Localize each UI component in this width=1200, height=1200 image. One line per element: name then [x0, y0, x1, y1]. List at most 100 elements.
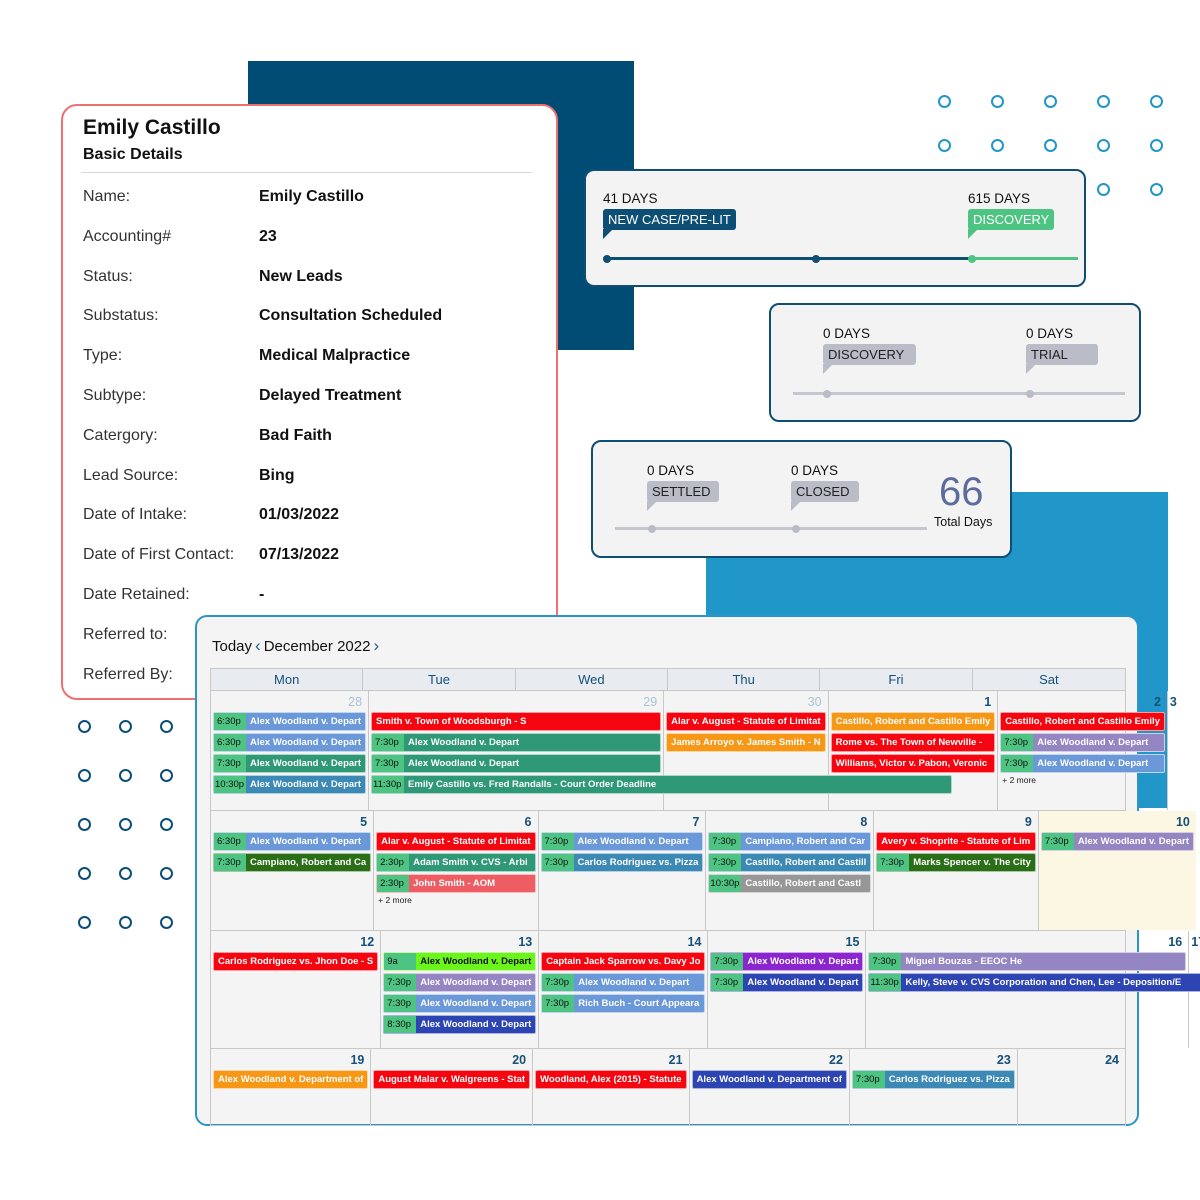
calendar-event[interactable]: 7:30p Rich Buch - Court Appeara: [541, 994, 706, 1013]
chevron-left-icon[interactable]: ‹: [255, 636, 261, 656]
calendar-event[interactable]: 2:30p Adam Smith v. CVS - Arbi: [376, 853, 536, 872]
calendar-event[interactable]: James Arroyo v. James Smith - N: [666, 733, 826, 752]
calendar-event[interactable]: 7:30p Campiano, Robert and Ca: [213, 853, 372, 872]
today-button[interactable]: Today: [212, 638, 252, 655]
calendar-day-cell[interactable]: 2 Castillo, Robert and Castillo Emily 7:30…: [998, 691, 1168, 810]
calendar-day-cell[interactable]: 8 7:30p Campiano, Robert and Car 7:30p Casti…: [706, 811, 875, 930]
calendar-event[interactable]: 7:30p Alex Woodland v. Depart: [540, 832, 704, 851]
calendar-event[interactable]: 7:30p Alex Woodland v. Depart: [710, 973, 864, 992]
day-number[interactable]: 22: [692, 1051, 847, 1070]
day-number[interactable]: 14: [541, 933, 705, 952]
calendar-event[interactable]: Castillo, Robert and Castillo Emily: [830, 712, 996, 731]
calendar-event[interactable]: 6:30p Alex Woodland v. Depart: [213, 832, 372, 851]
calendar-event[interactable]: 7:30p Marks Spencer v. The City: [876, 853, 1036, 872]
calendar-day-cell[interactable]: 21 Woodland, Alex (2015) - Statute: [533, 1049, 690, 1125]
calendar-day-cell[interactable]: 28 6:30p Alex Woodland v. Depart 6:30p Alex …: [211, 691, 370, 810]
day-number[interactable]: 29: [371, 693, 661, 712]
stage-label[interactable]: SETTLED: [647, 481, 719, 511]
calendar-event[interactable]: 7:30p Alex Woodland v. Depart: [1040, 832, 1194, 851]
calendar-day-cell[interactable]: 13 9a Alex Woodland v. Depart 7:30p Alex Woo…: [381, 931, 540, 1048]
calendar-event[interactable]: 10:30p Castillo, Robert and Castl: [708, 874, 872, 893]
calendar-event[interactable]: 7:30p Carlos Rodriguez vs. Pizza: [851, 1070, 1015, 1089]
calendar-event[interactable]: Carlos Rodriguez vs. Jhon Doe - S: [213, 952, 379, 971]
day-number[interactable]: 30: [666, 693, 825, 712]
calendar-day-cell[interactable]: 12 Carlos Rodriguez vs. Jhon Doe - S: [211, 931, 382, 1048]
calendar-event[interactable]: 7:30p Alex Woodland v. Depart: [383, 973, 537, 992]
stage-label[interactable]: DISCOVERY: [968, 209, 1055, 239]
calendar-event[interactable]: 7:30p Alex Woodland v. Depart: [371, 733, 662, 752]
calendar-event[interactable]: 10:30p Alex Woodland v. Depart: [213, 775, 367, 794]
calendar-event[interactable]: 7:30p Alex Woodland v. Depart: [541, 973, 706, 992]
calendar-event[interactable]: 7:30p Alex Woodland v. Depart: [710, 952, 864, 971]
day-number[interactable]: 8: [708, 813, 871, 832]
calendar-event[interactable]: 6:30p Alex Woodland v. Depart: [213, 733, 367, 752]
calendar-day-cell[interactable]: 7 7:30p Alex Woodland v. Depart 7:30p Carlos…: [539, 811, 707, 930]
day-number[interactable]: 28: [213, 693, 366, 712]
calendar-day-cell[interactable]: 3: [1168, 691, 1183, 810]
day-number[interactable]: 16: [868, 933, 1186, 952]
day-number[interactable]: 17: [1191, 933, 1200, 952]
day-number[interactable]: 12: [213, 933, 378, 952]
calendar-day-cell[interactable]: 24: [1018, 1049, 1125, 1125]
calendar-day-cell[interactable]: 15 7:30p Alex Woodland v. Depart 7:30p Alex …: [708, 931, 867, 1048]
calendar-event[interactable]: Castillo, Robert and Castillo Emily: [1000, 712, 1165, 731]
calendar-event[interactable]: 6:30p Alex Woodland v. Depart: [213, 712, 367, 731]
calendar-day-cell[interactable]: 22 Alex Woodland v. Department of: [690, 1049, 850, 1125]
calendar-event[interactable]: 7:30p Alex Woodland v. Depart: [1000, 754, 1165, 773]
stage-label[interactable]: CLOSED: [791, 481, 860, 511]
calendar-event[interactable]: August Malar v. Walgreens - Stat: [373, 1070, 531, 1089]
day-number[interactable]: 9: [876, 813, 1036, 832]
calendar-day-cell[interactable]: 14 Captain Jack Sparrow vs. Davy Jo 7:30p A…: [539, 931, 709, 1048]
stage-label[interactable]: TRIAL: [1026, 344, 1098, 374]
day-number[interactable]: 5: [213, 813, 371, 832]
calendar-event[interactable]: 7:30p Carlos Rodriguez vs. Pizza: [540, 853, 704, 872]
calendar-event[interactable]: Alar v. August - Statute of Limitat: [666, 712, 826, 731]
calendar-day-cell[interactable]: 23 7:30p Carlos Rodriguez vs. Pizza: [850, 1049, 1018, 1125]
calendar-event[interactable]: 7:30p Miguel Bouzas - EEOC He: [868, 952, 1187, 971]
day-number[interactable]: 3: [1170, 693, 1181, 712]
calendar-event[interactable]: Alar v. August - Statute of Limitat: [376, 832, 536, 851]
calendar-event[interactable]: 11:30p Kelly, Steve v. CVS Corporation an…: [868, 973, 1200, 992]
stage-label[interactable]: DISCOVERY: [823, 344, 917, 374]
day-number[interactable]: 21: [535, 1051, 686, 1070]
calendar-day-cell[interactable]: 5 6:30p Alex Woodland v. Depart 7:30p Campia…: [211, 811, 375, 930]
calendar-event[interactable]: 7:30p Alex Woodland v. Depart: [1000, 733, 1165, 752]
day-number[interactable]: 13: [383, 933, 536, 952]
calendar-day-cell[interactable]: 20 August Malar v. Walgreens - Stat: [371, 1049, 534, 1125]
calendar-event[interactable]: 7:30p Alex Woodland v. Depart: [383, 994, 537, 1013]
calendar-day-cell[interactable]: 10 7:30p Alex Woodland v. Depart: [1038, 811, 1196, 930]
calendar-event[interactable]: Smith v. Town of Woodsburgh - S: [371, 712, 662, 731]
day-number[interactable]: 1: [831, 693, 996, 712]
more-events-link[interactable]: + 2 more: [376, 895, 535, 907]
calendar-event[interactable]: Rome vs. The Town of Newville -: [830, 733, 996, 752]
day-number[interactable]: 6: [376, 813, 535, 832]
calendar-event[interactable]: 9a Alex Woodland v. Depart: [383, 952, 537, 971]
calendar-event[interactable]: 7:30p Alex Woodland v. Depart: [371, 754, 662, 773]
calendar-day-cell[interactable]: 19 Alex Woodland v. Department of: [211, 1049, 372, 1125]
calendar-event[interactable]: 8:30p Alex Woodland v. Depart: [383, 1015, 537, 1034]
day-number[interactable]: 20: [373, 1051, 530, 1070]
calendar-event[interactable]: Captain Jack Sparrow vs. Davy Jo: [541, 952, 706, 971]
calendar-event[interactable]: Woodland, Alex (2015) - Statute: [535, 1070, 687, 1089]
calendar-event[interactable]: 7:30p Alex Woodland v. Depart: [213, 754, 367, 773]
calendar-event[interactable]: Alex Woodland v. Department of: [691, 1070, 847, 1089]
calendar-day-cell[interactable]: 9 Avery v. Shoprite - Statute of Lim 7:30p…: [874, 811, 1039, 930]
calendar-event[interactable]: Alex Woodland v. Department of: [213, 1070, 369, 1089]
calendar-event[interactable]: Williams, Victor v. Pabon, Veronic: [830, 754, 996, 773]
day-number[interactable]: 24: [1020, 1051, 1123, 1070]
calendar-event[interactable]: 7:30p Campiano, Robert and Car: [708, 832, 872, 851]
day-number[interactable]: 15: [710, 933, 863, 952]
stage-label[interactable]: NEW CASE/PRE-LIT: [603, 209, 736, 239]
chevron-right-icon[interactable]: ›: [373, 636, 379, 656]
day-number[interactable]: 19: [213, 1051, 368, 1070]
calendar-day-cell[interactable]: 6 Alar v. August - Statute of Limitat 2:30…: [374, 811, 539, 930]
calendar-event[interactable]: Avery v. Shoprite - Statute of Lim: [876, 832, 1036, 851]
calendar-event[interactable]: 7:30p Castillo, Robert and Castill: [708, 853, 872, 872]
day-number[interactable]: 23: [852, 1051, 1015, 1070]
calendar-day-cell[interactable]: 29 Smith v. Town of Woodsburgh - S 7:30p Al…: [369, 691, 953, 810]
more-events-link[interactable]: + 2 more: [1000, 775, 1165, 787]
calendar-day-cell[interactable]: 16 7:30p Miguel Bouzas - EEOC He 11:30p Kell…: [866, 931, 1200, 1048]
day-number[interactable]: 2: [1000, 693, 1165, 712]
calendar-event[interactable]: 2:30p John Smith - AOM: [376, 874, 536, 893]
day-number[interactable]: 7: [541, 813, 704, 832]
